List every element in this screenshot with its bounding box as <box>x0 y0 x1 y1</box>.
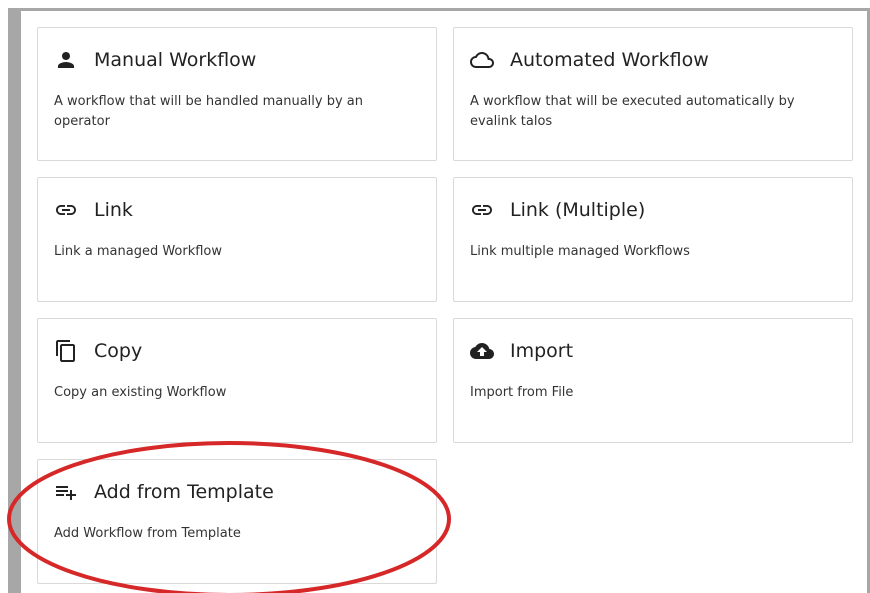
copy-card[interactable]: Copy Copy an existing Workflow <box>37 318 437 443</box>
card-description: Link multiple managed Workflows <box>470 244 690 259</box>
card-title: Link (Multiple) <box>510 199 646 221</box>
card-description: Link a managed Workflow <box>54 244 223 259</box>
card-title: Copy <box>94 340 143 362</box>
link-icon <box>54 198 78 222</box>
cloud-upload-icon <box>470 339 494 363</box>
card-title: Manual Workflow <box>94 49 257 71</box>
workflow-type-dialog: Manual Workflow A workflow that will be … <box>21 11 867 593</box>
card-description: Import from File <box>470 385 574 400</box>
copy-icon <box>54 339 78 363</box>
card-header: Copy <box>54 339 142 363</box>
card-description: A workflow that will be executed automat… <box>470 94 795 129</box>
link-card[interactable]: Link Link a managed Workflow <box>37 177 437 302</box>
cloud-icon <box>470 48 494 72</box>
card-title: Add from Template <box>94 481 274 503</box>
card-header: Add from Template <box>54 480 274 504</box>
overlay-edge-left <box>8 8 21 593</box>
card-description: A workflow that will be handled manually… <box>54 94 364 129</box>
card-header: Link (Multiple) <box>470 198 645 222</box>
person-icon <box>54 48 78 72</box>
card-title: Automated Workflow <box>510 49 709 71</box>
card-header: Link <box>54 198 133 222</box>
manual-workflow-card[interactable]: Manual Workflow A workflow that will be … <box>37 27 437 161</box>
card-header: Import <box>470 339 573 363</box>
card-header: Manual Workflow <box>54 48 256 72</box>
card-title: Link <box>94 199 133 221</box>
card-title: Import <box>510 340 574 362</box>
card-header: Automated Workflow <box>470 48 709 72</box>
card-description: Add Workflow from Template <box>54 526 241 541</box>
link-icon <box>470 198 494 222</box>
add-from-template-card[interactable]: Add from Template Add Workflow from Temp… <box>37 459 437 584</box>
import-card[interactable]: Import Import from File <box>453 318 853 443</box>
playlist-add-icon <box>54 480 78 504</box>
card-description: Copy an existing Workflow <box>54 385 227 400</box>
automated-workflow-card[interactable]: Automated Workflow A workflow that will … <box>453 27 853 161</box>
link-multiple-card[interactable]: Link (Multiple) Link multiple managed Wo… <box>453 177 853 302</box>
